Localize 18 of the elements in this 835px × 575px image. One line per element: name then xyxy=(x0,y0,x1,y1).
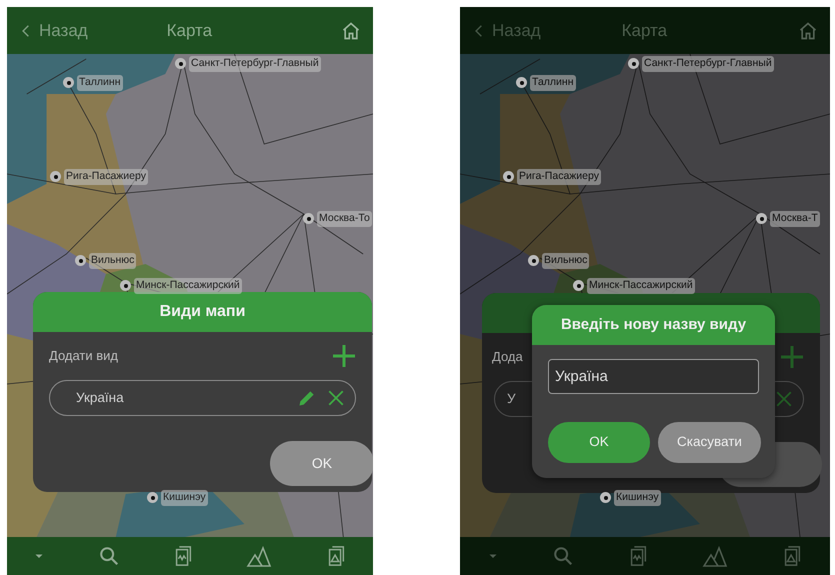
city-label: Кишинэу xyxy=(614,490,661,506)
city-label: Таллинн xyxy=(530,75,576,91)
city-label: Санкт-Петербург-Главный xyxy=(642,56,774,72)
dialog-title: Види мапи xyxy=(160,302,246,322)
city-label: Рига-Пасажиеру xyxy=(517,169,601,185)
city-label: Москва-Т xyxy=(770,211,820,227)
add-view-label: Додати вид xyxy=(49,347,118,366)
city-label: Таллинн xyxy=(77,75,122,91)
prompt-title: Введіть нову назву виду xyxy=(560,314,746,335)
city-label: Вильнюс xyxy=(542,253,590,269)
screen-title: Карта xyxy=(620,20,668,42)
city-label: Вильнюс xyxy=(89,253,136,269)
add-view-label: Дода xyxy=(492,348,523,366)
city-label: Минск-Пассажирский xyxy=(587,278,695,294)
city-label: Санкт-Петербург-Главный xyxy=(189,56,321,72)
screen-title: Карта xyxy=(166,20,214,42)
city-label: Москва-То xyxy=(317,211,372,227)
city-label: Рига-Пасажиеру xyxy=(64,169,148,185)
